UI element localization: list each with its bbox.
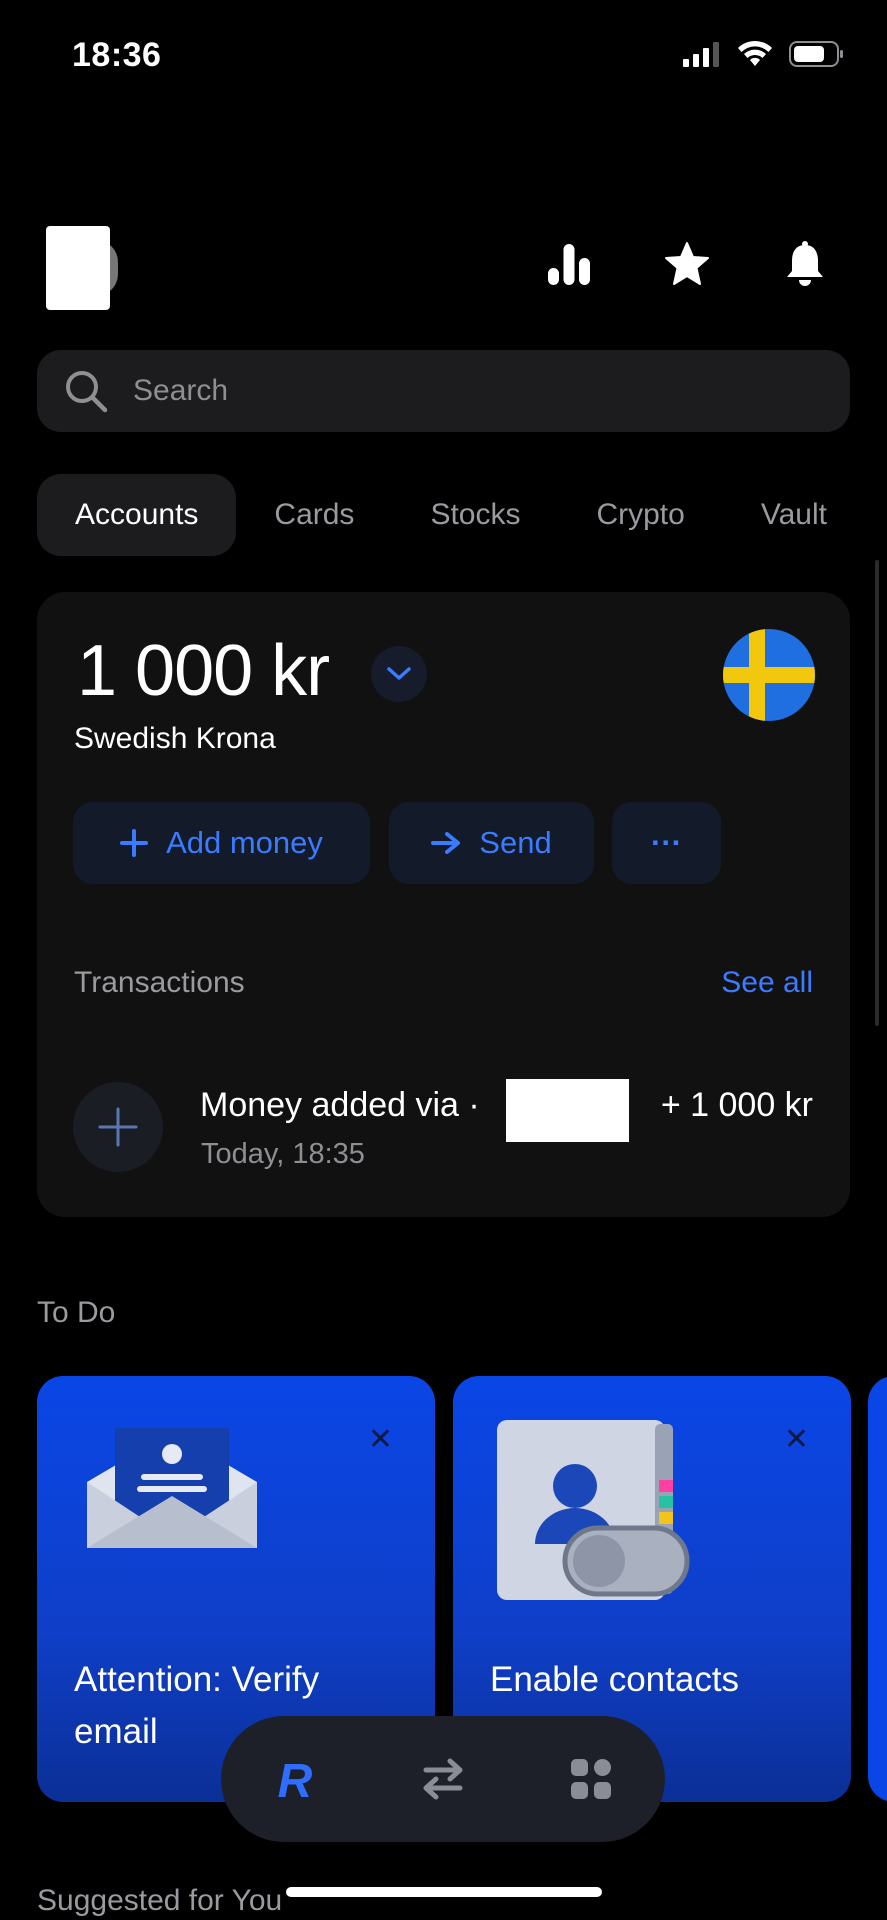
arrow-right-icon [431, 832, 461, 854]
add-money-button[interactable]: Add money [73, 802, 370, 884]
tab-accounts[interactable]: Accounts [37, 474, 237, 556]
bell-icon [787, 241, 823, 286]
transaction-icon [73, 1082, 163, 1172]
signal-icon [683, 42, 719, 67]
analytics-icon [548, 244, 590, 285]
contacts-book-icon [497, 1420, 690, 1600]
search-icon [66, 371, 108, 413]
account-tabs: Accounts Cards Stocks Crypto Vault [37, 474, 865, 556]
notifications-button[interactable] [777, 236, 833, 292]
todo-label-line2: email [74, 1712, 158, 1751]
tab-cards[interactable]: Cards [236, 474, 392, 556]
wifi-icon [738, 40, 772, 66]
currency-selector-button[interactable] [371, 646, 427, 702]
transaction-amount: + 1 000 kr [660, 1086, 813, 1124]
plus-icon [98, 1107, 138, 1147]
add-money-label: Add money [166, 825, 323, 860]
status-time: 18:36 [72, 36, 162, 74]
favorites-button[interactable] [659, 236, 715, 292]
redacted-block [506, 1079, 629, 1142]
plus-icon [120, 829, 149, 857]
send-label: Send [479, 825, 552, 860]
nav-hub[interactable] [546, 1734, 636, 1824]
todo-card-next[interactable] [868, 1376, 887, 1802]
suggested-section-title: Suggested for You [37, 1884, 283, 1917]
account-balance: 1 000 kr [77, 631, 330, 711]
envelope-icon [87, 1428, 257, 1548]
bottom-nav: R [221, 1716, 665, 1842]
search-bar[interactable] [37, 350, 850, 432]
tab-vault[interactable]: Vault [723, 474, 865, 556]
revolut-r-icon: R [278, 1755, 313, 1803]
close-icon[interactable]: ✕ [784, 1422, 809, 1457]
send-button[interactable]: Send [389, 802, 594, 884]
status-icons [683, 40, 845, 68]
currency-name: Swedish Krona [74, 722, 276, 755]
tab-crypto[interactable]: Crypto [558, 474, 722, 556]
close-icon[interactable]: ✕ [368, 1422, 393, 1457]
nav-home[interactable]: R [250, 1734, 340, 1824]
svg-text:R: R [278, 1755, 313, 1803]
more-icon: ··· [651, 825, 682, 860]
todo-section-title: To Do [37, 1296, 116, 1329]
todo-label-line1: Attention: Verify [74, 1660, 320, 1699]
nav-transfers[interactable] [398, 1734, 488, 1824]
scroll-indicator [875, 560, 879, 1026]
transaction-title[interactable]: Money added via · [200, 1086, 480, 1125]
star-icon [665, 242, 709, 285]
tab-stocks[interactable]: Stocks [392, 474, 558, 556]
transactions-label: Transactions [74, 966, 245, 999]
analytics-button[interactable] [541, 236, 597, 292]
transaction-time: Today, 18:35 [201, 1138, 365, 1170]
search-input[interactable] [131, 373, 735, 409]
see-all-link[interactable]: See all [721, 966, 813, 1000]
more-actions-button[interactable]: ··· [612, 802, 721, 884]
sweden-flag-icon [723, 629, 815, 721]
home-indicator [286, 1887, 602, 1897]
chevron-down-icon [387, 667, 411, 680]
todo-label: Enable contacts [490, 1660, 740, 1699]
battery-icon [789, 41, 843, 67]
apps-grid-icon [571, 1759, 611, 1799]
avatar[interactable] [46, 226, 110, 310]
transfer-icon [423, 1758, 463, 1800]
